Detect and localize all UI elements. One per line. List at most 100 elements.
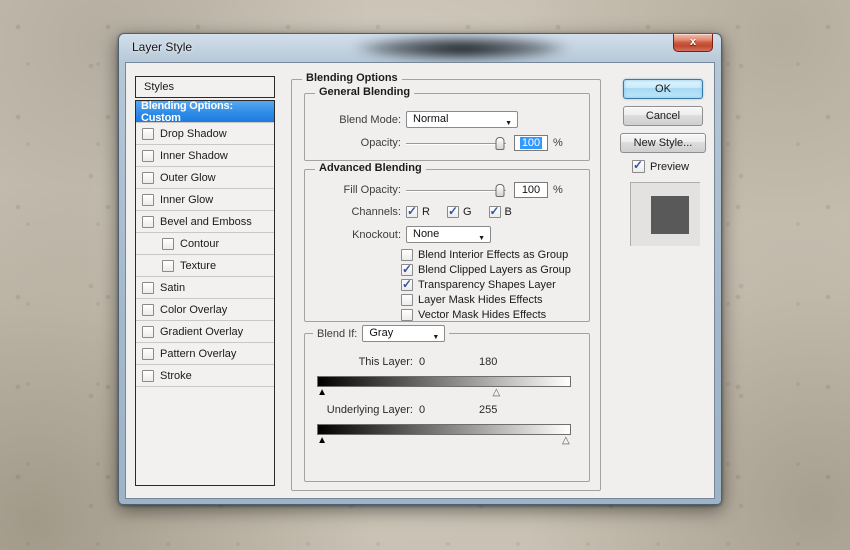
- inner-glow-checkbox[interactable]: [142, 193, 154, 206]
- preview-swatch-fill: [651, 196, 689, 234]
- bevel-emboss-checkbox[interactable]: [142, 215, 154, 228]
- contour-checkbox[interactable]: [162, 237, 174, 250]
- sidebar-item-satin[interactable]: Satin: [136, 277, 274, 299]
- sidebar-item-stroke[interactable]: Stroke: [136, 365, 274, 387]
- knockout-value: None: [413, 228, 440, 240]
- underlying-layer-white-thumb[interactable]: △: [562, 435, 570, 447]
- opacity-slider-track: [406, 142, 506, 144]
- knockout-label: Knockout:: [352, 228, 401, 241]
- vector-mask-hides-checkbox[interactable]: [401, 309, 413, 321]
- chevron-down-icon: ▼: [432, 334, 440, 341]
- fill-opacity-slider-thumb[interactable]: [495, 183, 505, 197]
- drop-shadow-checkbox[interactable]: [142, 127, 154, 140]
- opacity-slider[interactable]: [406, 136, 506, 151]
- sidebar-item-color-overlay[interactable]: Color Overlay: [136, 299, 274, 321]
- channels-label: Channels:: [351, 206, 401, 218]
- title-bar[interactable]: Layer Style: [119, 34, 721, 62]
- option-vector-mask-hides: Vector Mask Hides Effects: [401, 309, 546, 321]
- close-button[interactable]: x: [673, 34, 713, 52]
- underlying-layer-row: Underlying Layer: 0 255: [313, 404, 498, 416]
- preview-label: Preview: [650, 160, 690, 173]
- outer-glow-checkbox[interactable]: [142, 171, 154, 184]
- this-layer-label: This Layer:: [358, 356, 413, 368]
- option-layer-mask-hides: Layer Mask Hides Effects: [401, 294, 543, 306]
- opacity-label: Opacity:: [360, 137, 401, 149]
- layer-mask-hides-checkbox[interactable]: [401, 294, 413, 306]
- sidebar-item-label: Drop Shadow: [160, 127, 227, 140]
- sidebar-item-gradient-overlay[interactable]: Gradient Overlay: [136, 321, 274, 343]
- fill-opacity-input[interactable]: 100: [514, 182, 548, 198]
- advanced-blending-group: Advanced Blending Fill Opacity: 100 % Ch…: [304, 162, 590, 322]
- transparency-shapes-checkbox[interactable]: [401, 277, 413, 291]
- sidebar-item-label: Inner Shadow: [160, 149, 228, 162]
- ok-button[interactable]: OK: [623, 79, 703, 99]
- option-label: Vector Mask Hides Effects: [418, 309, 547, 321]
- layer-style-dialog: Layer Style x Styles Blending Options: C…: [118, 33, 722, 505]
- sidebar-item-inner-shadow[interactable]: Inner Shadow: [136, 145, 274, 167]
- option-blend-clipped: Blend Clipped Layers as Group: [401, 262, 571, 276]
- sidebar-item-inner-glow[interactable]: Inner Glow: [136, 189, 274, 211]
- option-blend-interior: Blend Interior Effects as Group: [401, 249, 568, 261]
- pattern-overlay-checkbox[interactable]: [142, 347, 154, 360]
- option-label: Blend Clipped Layers as Group: [418, 264, 571, 276]
- knockout-dropdown[interactable]: None ▼: [406, 226, 491, 243]
- sidebar-item-pattern-overlay[interactable]: Pattern Overlay: [136, 343, 274, 365]
- blend-if-legend: Blend If: Gray ▼: [313, 325, 450, 342]
- new-style-button[interactable]: New Style...: [620, 133, 706, 153]
- sidebar-item-label: Inner Glow: [160, 193, 214, 206]
- titlebar-blur-artifact: [354, 36, 569, 58]
- styles-header[interactable]: Styles: [135, 76, 275, 98]
- color-overlay-checkbox[interactable]: [142, 303, 154, 316]
- stroke-checkbox[interactable]: [142, 369, 154, 382]
- sidebar-item-contour[interactable]: Contour: [136, 233, 274, 255]
- general-blending-group: General Blending Blend Mode: Normal ▼ Op…: [304, 86, 590, 161]
- underlying-layer-black-thumb[interactable]: ▲: [317, 435, 327, 447]
- satin-checkbox[interactable]: [142, 281, 154, 294]
- sidebar-item-label: Contour: [180, 237, 220, 250]
- channel-r-label: R: [422, 206, 430, 218]
- sidebar-item-outer-glow[interactable]: Outer Glow: [136, 167, 274, 189]
- fill-opacity-slider[interactable]: [406, 183, 506, 198]
- blend-if-dropdown[interactable]: Gray ▼: [362, 325, 446, 342]
- fill-opacity-label: Fill Opacity:: [343, 184, 401, 196]
- this-layer-black-thumb[interactable]: ▲: [317, 387, 327, 399]
- option-transparency-shapes: Transparency Shapes Layer: [401, 277, 556, 291]
- gradient-ramp: [317, 376, 571, 387]
- sidebar-item-bevel-emboss[interactable]: Bevel and Emboss: [136, 211, 274, 233]
- channel-g: G: [446, 204, 472, 218]
- this-layer-gradient-bar[interactable]: ▲ △: [317, 376, 571, 402]
- fill-opacity-slider-track: [406, 189, 506, 191]
- inner-shadow-checkbox[interactable]: [142, 149, 154, 162]
- sidebar-item-blending-options[interactable]: Blending Options: Custom: [136, 101, 274, 124]
- channel-g-checkbox[interactable]: [446, 204, 459, 218]
- underlying-layer-low-value: 0: [419, 404, 426, 416]
- sidebar-item-label: Gradient Overlay: [160, 325, 244, 338]
- sidebar-item-texture[interactable]: Texture: [136, 255, 274, 277]
- channel-b-checkbox[interactable]: [488, 204, 501, 218]
- underlying-layer-gradient-bar[interactable]: ▲ △: [317, 424, 571, 450]
- blend-interior-checkbox[interactable]: [401, 249, 413, 261]
- preview-checkbox[interactable]: [632, 158, 645, 173]
- panel-title: Blending Options: [302, 72, 402, 84]
- opacity-input[interactable]: 100: [514, 135, 548, 151]
- option-label: Blend Interior Effects as Group: [418, 249, 569, 261]
- underlying-layer-high-value: 255: [479, 404, 498, 416]
- window-title: Layer Style: [132, 40, 193, 54]
- texture-checkbox[interactable]: [162, 259, 174, 272]
- option-label: Layer Mask Hides Effects: [418, 294, 543, 306]
- channel-r-checkbox[interactable]: [406, 204, 418, 218]
- dialog-content: Styles Blending Options: Custom Drop Sha…: [125, 62, 715, 499]
- blend-clipped-checkbox[interactable]: [401, 262, 413, 276]
- this-layer-white-thumb[interactable]: △: [492, 387, 500, 399]
- fill-opacity-percent-sign: %: [553, 184, 563, 196]
- sidebar-item-drop-shadow[interactable]: Drop Shadow: [136, 123, 274, 145]
- blend-mode-dropdown[interactable]: Normal ▼: [406, 111, 518, 128]
- opacity-slider-thumb[interactable]: [495, 136, 505, 150]
- sidebar-item-label: Bevel and Emboss: [160, 215, 252, 228]
- sidebar-item-label: Color Overlay: [160, 303, 228, 316]
- cancel-button[interactable]: Cancel: [623, 106, 703, 126]
- gradient-overlay-checkbox[interactable]: [142, 325, 154, 338]
- chevron-down-icon: ▼: [478, 235, 485, 242]
- this-layer-high-value: 180: [479, 356, 498, 368]
- blend-mode-value: Normal: [413, 113, 449, 125]
